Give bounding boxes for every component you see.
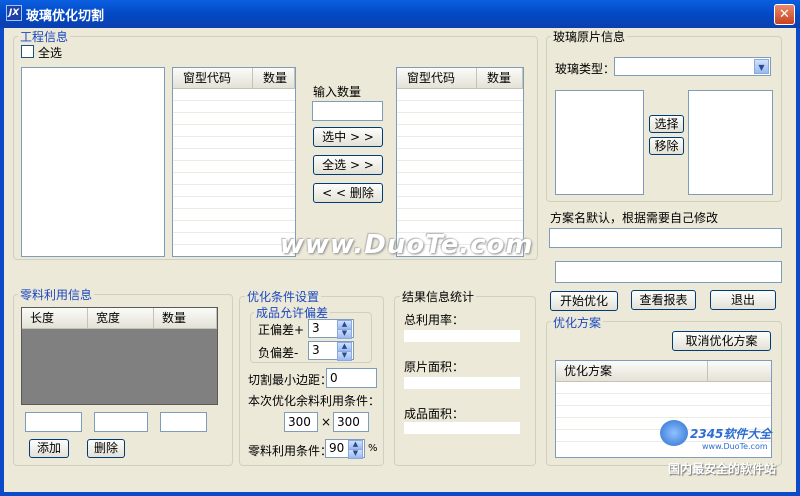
input-qty-field[interactable] (312, 101, 383, 121)
header-width[interactable]: 宽度 (88, 308, 154, 328)
results-label: 结果信息统计 (400, 288, 477, 305)
scrap-condition-stepper[interactable]: 90 ▲ ▼ (325, 439, 365, 459)
header-quantity[interactable]: 数量 (477, 68, 523, 88)
negative-tolerance-value: 3 (312, 343, 320, 357)
header-quantity[interactable]: 数量 (154, 308, 217, 328)
header-window-code[interactable]: 窗型代码 (397, 68, 477, 88)
negative-tolerance-label: 负偏差- (258, 346, 299, 360)
table-header: 窗型代码 数量 (397, 68, 523, 89)
spin-down-icon[interactable]: ▼ (348, 449, 363, 459)
product-area-value (404, 422, 520, 434)
remnant-height-condition-input[interactable]: 300 (333, 412, 369, 432)
logo-site: www.DuoTe.com (702, 442, 768, 451)
select-all-label: 全选 (38, 46, 63, 60)
conditions-label: 优化条件设置 (245, 288, 322, 305)
min-margin-label: 切割最小边距： (248, 373, 333, 387)
plan-status-field[interactable] (555, 261, 782, 283)
header-quantity[interactable]: 数量 (253, 68, 295, 88)
select-button[interactable]: 选中 > > (313, 127, 383, 147)
logo-text: 2345软件大全 (690, 427, 772, 441)
glass-info-label: 玻璃原片信息 (551, 28, 628, 45)
remnant-qty-input[interactable] (160, 412, 207, 432)
select-all-button[interactable]: 全选 > > (313, 155, 383, 175)
cancel-optimization-button[interactable]: 取消优化方案 (672, 331, 771, 351)
total-rate-label: 总利用率： (404, 313, 465, 327)
raw-area-value (404, 377, 520, 389)
add-button[interactable]: 添加 (29, 439, 69, 458)
remnant-length-input[interactable] (25, 412, 82, 432)
glass-available-list[interactable] (555, 90, 644, 195)
view-report-button[interactable]: 查看报表 (631, 290, 696, 310)
remnant-width-input[interactable] (94, 412, 148, 432)
glass-type-select[interactable]: ▼ (614, 57, 771, 76)
logo-icon (660, 420, 688, 446)
glass-selected-list[interactable] (688, 90, 773, 195)
project-info-label: 工程信息 (18, 28, 71, 45)
plan-name-input[interactable] (549, 228, 782, 248)
raw-area-label: 原片面积： (404, 360, 465, 374)
choose-glass-button[interactable]: 选择 (649, 115, 684, 133)
positive-tolerance-label: 正偏差+ (258, 323, 305, 337)
times-sign: × (321, 415, 332, 429)
duote-watermark: www.DuoTe.com (280, 230, 534, 260)
table-header: 长度 宽度 数量 (22, 308, 217, 329)
remnant-condition-label: 本次优化余料利用条件： (248, 394, 381, 408)
min-margin-input[interactable]: 0 (326, 368, 377, 388)
title-bar (0, 0, 800, 28)
product-area-label: 成品面积： (404, 407, 465, 421)
exit-button[interactable]: 退出 (710, 290, 776, 310)
remove-button[interactable]: < < 删除 (313, 183, 383, 203)
negative-tolerance-stepper[interactable]: 3 ▲ ▼ (308, 341, 354, 361)
percent-sign: % (368, 443, 378, 454)
chevron-down-icon[interactable]: ▼ (754, 59, 769, 74)
selected-window-table[interactable]: 窗型代码 数量 (396, 67, 524, 257)
spin-down-icon[interactable]: ▼ (337, 329, 352, 339)
header-optimization-plan[interactable]: 优化方案 (556, 361, 708, 381)
table-header: 优化方案 (556, 361, 771, 382)
header-window-code[interactable]: 窗型代码 (173, 68, 253, 88)
scrap-condition-value: 90 (329, 441, 345, 455)
window-type-table[interactable]: 窗型代码 数量 (172, 67, 296, 257)
close-button[interactable]: ✕ (774, 4, 795, 25)
delete-button[interactable]: 删除 (87, 439, 125, 458)
input-qty-label: 输入数量 (313, 85, 362, 99)
remnant-table[interactable]: 长度 宽度 数量 (21, 307, 218, 405)
header-length[interactable]: 长度 (22, 308, 88, 328)
remove-glass-button[interactable]: 移除 (649, 137, 684, 155)
project-list[interactable] (21, 67, 165, 257)
remnant-width-condition-input[interactable]: 300 (284, 412, 318, 432)
scrap-condition-label: 零料利用条件： (248, 444, 333, 458)
optimization-label: 优化方案 (551, 314, 604, 331)
positive-tolerance-stepper[interactable]: 3 ▲ ▼ (308, 319, 354, 339)
start-optimize-button[interactable]: 开始优化 (550, 291, 618, 311)
positive-tolerance-value: 3 (312, 321, 320, 335)
spin-down-icon[interactable]: ▼ (337, 351, 352, 361)
table-header: 窗型代码 数量 (173, 68, 295, 89)
plan-name-label: 方案名默认，根据需要自己修改 (550, 211, 719, 225)
select-all-checkbox[interactable] (21, 45, 34, 58)
total-rate-value (404, 330, 520, 342)
window-title: 玻璃优化切割 (26, 9, 105, 24)
logo-slogan: 国内最安全的软件站 (668, 462, 777, 476)
glass-type-label: 玻璃类型： (555, 62, 616, 76)
remnant-label: 零料利用信息 (18, 286, 95, 303)
app-icon: JX (6, 5, 22, 21)
